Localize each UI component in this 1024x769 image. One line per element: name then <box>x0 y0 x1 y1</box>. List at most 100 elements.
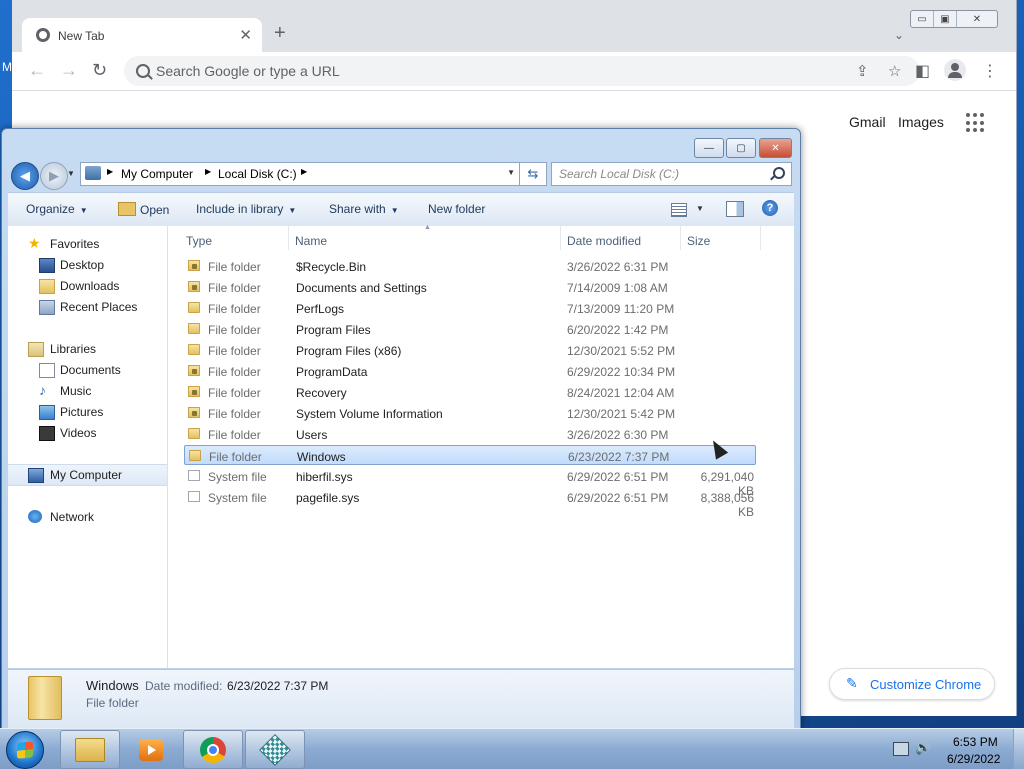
gmail-link[interactable]: Gmail <box>849 114 886 130</box>
profile-avatar-icon[interactable] <box>944 59 966 81</box>
organize-button[interactable]: Organize ▼ <box>26 202 88 216</box>
share-icon[interactable]: ⇪ <box>856 62 869 80</box>
table-row[interactable]: File folder Program Files (x86) 12/30/2021… <box>184 340 756 360</box>
sidebar-item-desktop[interactable]: Desktop <box>8 255 167 275</box>
column-header-type[interactable]: Type <box>186 234 212 248</box>
sidebar-item-music[interactable]: ♪ Music <box>8 381 167 401</box>
sidebar-item-videos[interactable]: Videos <box>8 423 167 443</box>
clock-date[interactable]: 6/29/2022 <box>947 752 1000 766</box>
column-divider[interactable] <box>560 226 561 250</box>
network-tray-icon[interactable] <box>893 742 909 756</box>
breadcrumb-separator[interactable]: ▶ <box>107 167 113 176</box>
taskbar-chrome-button[interactable] <box>183 730 243 769</box>
reload-button[interactable]: ↻ <box>92 61 107 79</box>
system-file-icon <box>188 470 200 481</box>
row-type: File folder <box>208 281 261 295</box>
omnibox[interactable]: Search Google or type a URL ⇪ ☆ <box>124 56 920 86</box>
row-date-modified: 6/20/2022 1:42 PM <box>567 323 669 337</box>
sidebar-item-libraries[interactable]: Libraries <box>8 339 167 359</box>
open-button[interactable]: Open <box>118 202 169 217</box>
table-row[interactable]: File folder Recovery 8/24/2021 12:04 AM <box>184 382 756 402</box>
breadcrumb-separator[interactable]: ▶ <box>205 167 211 176</box>
show-desktop-button[interactable] <box>1013 729 1024 769</box>
table-row[interactable]: File folder ProgramData 6/29/2022 10:34 PM <box>184 361 756 381</box>
sidebar-item-label: Music <box>60 384 92 398</box>
images-link[interactable]: Images <box>898 114 944 130</box>
address-dropdown-icon[interactable]: ▼ <box>507 168 515 177</box>
forward-button[interactable]: → <box>60 61 78 79</box>
table-row[interactable]: File folder Program Files 6/20/2022 1:42 P… <box>184 319 756 339</box>
new-folder-button[interactable]: New folder <box>428 202 485 216</box>
sidebar-item-favorites[interactable]: ★ Favorites <box>8 234 167 254</box>
start-button[interactable] <box>6 731 44 769</box>
sort-ascending-icon: ▲ <box>424 224 431 231</box>
explorer-minimize-button[interactable]: — <box>694 138 724 158</box>
table-row[interactable]: System file hiberfil.sys 6/29/2022 6:51 PM… <box>184 466 756 498</box>
table-row[interactable]: System file pagefile.sys 6/29/2022 6:51 PM… <box>184 487 756 519</box>
preview-pane-icon[interactable] <box>726 201 744 217</box>
sidebar-item-label: Network <box>50 510 95 524</box>
share-with-button[interactable]: Share with ▼ <box>329 202 399 216</box>
sidebar-item-pictures[interactable]: Pictures <box>8 402 167 422</box>
search-input[interactable]: Search Local Disk (C:) <box>551 162 792 186</box>
explorer-body: ★ Favorites Desktop Downloads Recent Pla… <box>8 224 794 668</box>
row-date-modified: 7/14/2009 1:08 AM <box>567 281 668 295</box>
tab-search-icon[interactable]: ⌄ <box>894 28 904 42</box>
table-row[interactable]: File folder Users 3/26/2022 6:30 PM <box>184 424 756 444</box>
folder-icon <box>188 323 200 334</box>
table-row[interactable]: File folder Windows 6/23/2022 7:37 PM <box>184 445 756 465</box>
tab-new-tab[interactable]: New Tab ✕ <box>22 18 262 52</box>
star-icon: ★ <box>28 235 41 251</box>
refresh-button[interactable]: ⇆ <box>519 162 547 186</box>
explorer-forward-button[interactable]: ▶ <box>40 162 68 190</box>
table-row[interactable]: File folder PerfLogs 7/13/2009 11:20 PM <box>184 298 756 318</box>
sidebar-item-downloads[interactable]: Downloads <box>8 276 167 296</box>
column-header-date-modified[interactable]: Date modified <box>567 234 641 248</box>
column-divider[interactable] <box>680 226 681 250</box>
bookmark-star-icon[interactable]: ☆ <box>888 62 901 80</box>
chrome-maximize-button[interactable]: ▣ <box>933 11 956 27</box>
chrome-menu-icon[interactable]: ⋮ <box>982 61 998 81</box>
sidebar-item-network[interactable]: Network <box>8 507 167 527</box>
table-row[interactable]: File folder System Volume Information 12/3… <box>184 403 756 423</box>
table-row[interactable]: File folder $Recycle.Bin 3/26/2022 6:31 PM <box>184 256 756 276</box>
clock-time[interactable]: 6:53 PM <box>953 735 998 749</box>
view-options-dropdown-icon[interactable]: ▼ <box>696 204 704 213</box>
google-apps-icon[interactable] <box>966 113 986 133</box>
table-row[interactable]: File folder Documents and Settings 7/14/20… <box>184 277 756 297</box>
column-header-size[interactable]: Size <box>687 234 710 248</box>
row-name: Program Files (x86) <box>296 344 402 358</box>
explorer-maximize-button[interactable]: ▢ <box>726 138 756 158</box>
sidebar-item-recent-places[interactable]: Recent Places <box>8 297 167 317</box>
taskbar-explorer-button[interactable] <box>60 730 120 769</box>
row-type: File folder <box>208 407 261 421</box>
sidebar-item-label: Pictures <box>60 405 104 419</box>
customize-chrome-button[interactable]: ✎ Customize Chrome <box>829 668 995 700</box>
include-in-library-button[interactable]: Include in library ▼ <box>196 202 296 216</box>
sidebar-item-my-computer[interactable]: My Computer <box>8 464 167 486</box>
change-view-icon[interactable] <box>671 203 687 217</box>
new-tab-button[interactable]: + <box>274 23 286 43</box>
taskbar-app-button[interactable] <box>245 730 305 769</box>
chrome-close-button[interactable]: ✕ <box>956 11 997 27</box>
column-header-name[interactable]: Name <box>295 234 327 248</box>
tab-close-icon[interactable]: ✕ <box>239 26 252 44</box>
sidebar-item-documents[interactable]: Documents <box>8 360 167 380</box>
breadcrumb-local-disk[interactable]: Local Disk (C:) <box>218 167 297 181</box>
row-date-modified: 8/24/2021 12:04 AM <box>567 386 675 400</box>
chrome-minimize-button[interactable]: ▭ <box>911 11 933 27</box>
breadcrumb-my-computer[interactable]: My Computer <box>121 167 193 181</box>
downloads-icon <box>39 279 55 294</box>
help-icon[interactable]: ? <box>762 200 778 216</box>
taskbar-media-player-button[interactable] <box>121 730 181 769</box>
column-divider[interactable] <box>760 226 761 250</box>
recent-pages-dropdown-icon[interactable]: ▼ <box>67 169 75 178</box>
address-bar[interactable]: ▶ My Computer ▶ Local Disk (C:) ▶ ▼ <box>80 162 520 186</box>
side-panel-icon[interactable]: ◧ <box>915 61 930 81</box>
back-button[interactable]: ← <box>28 61 46 79</box>
column-divider[interactable] <box>288 226 289 250</box>
breadcrumb-separator[interactable]: ▶ <box>301 167 307 176</box>
explorer-close-button[interactable]: ✕ <box>759 138 792 158</box>
volume-icon[interactable]: 🔊 <box>915 740 931 755</box>
explorer-back-button[interactable]: ◀ <box>11 162 39 190</box>
